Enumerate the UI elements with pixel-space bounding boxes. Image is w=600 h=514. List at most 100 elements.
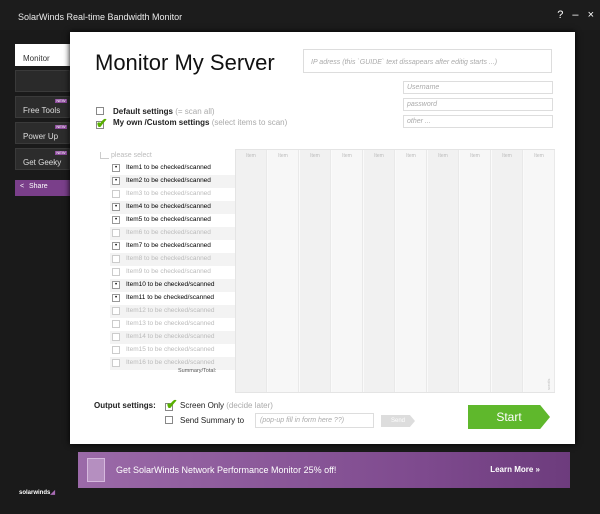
item-checkbox[interactable]: • (112, 294, 120, 302)
item-checkbox[interactable]: • (112, 203, 120, 211)
new-badge: NEW (55, 150, 67, 155)
list-item[interactable]: • Item1 to be checked/scanned (110, 162, 235, 175)
list-item[interactable]: • Item10 to be checked/scanned (110, 279, 235, 292)
username-input[interactable]: Username (403, 81, 553, 94)
grid-column: Item (460, 150, 491, 392)
default-settings-label: Default settings (113, 107, 174, 116)
share-icon: < (20, 183, 25, 190)
custom-settings-label: My own /Custom settings (113, 118, 210, 127)
grid-column: Item (524, 150, 555, 392)
screen-only-label: Screen Only (180, 401, 225, 410)
promo-banner[interactable]: Get SolarWinds Network Performance Monit… (78, 452, 570, 488)
item-checkbox[interactable] (112, 268, 120, 276)
item-checkbox[interactable] (112, 255, 120, 263)
summary-label: Summary/Total: (178, 368, 217, 374)
list-item[interactable]: Item14 to be checked/scanned (110, 331, 235, 344)
item-checkbox[interactable] (112, 307, 120, 315)
logo-mark-icon: ◢ (50, 490, 55, 496)
list-item[interactable]: Item13 to be checked/scanned (110, 318, 235, 331)
sidebar-item-monitor[interactable]: Monitor (15, 44, 70, 66)
grid-header: Item (310, 153, 320, 159)
list-item[interactable]: Item8 to be checked/scanned (110, 253, 235, 266)
default-settings-checkbox[interactable] (96, 107, 104, 115)
list-item[interactable]: Item16 to be checked/scanned (110, 357, 235, 370)
default-settings-option[interactable]: Default settings (= scan all) (113, 107, 215, 116)
grid-header: Item (374, 153, 384, 159)
list-item[interactable]: Item15 to be checked/scanned (110, 344, 235, 357)
sidebar-item-label: Power Up (23, 132, 59, 141)
other-input[interactable]: other ... (403, 115, 553, 128)
password-input[interactable]: password (403, 98, 553, 111)
sidebar-item-get-geeky[interactable]: Get Geeky NEW (15, 148, 70, 170)
minimize-icon[interactable]: – (572, 9, 578, 21)
list-item[interactable]: • Item4 to be checked/scanned (110, 201, 235, 214)
start-button[interactable]: Start (468, 405, 550, 429)
item-checkbox[interactable]: • (112, 177, 120, 185)
item-checkbox[interactable]: • (112, 216, 120, 224)
item-checkbox[interactable] (112, 320, 120, 328)
grid-side-label: scrolls (546, 378, 551, 390)
grid-column: Item (268, 150, 299, 392)
screen-only-hint: (decide later) (226, 401, 273, 410)
share-button[interactable]: < Share (15, 180, 70, 196)
list-item[interactable]: Item12 to be checked/scanned (110, 305, 235, 318)
grid-header: Item (470, 153, 480, 159)
page-title: Monitor My Server (95, 50, 275, 75)
list-item[interactable]: • Item5 to be checked/scanned (110, 214, 235, 227)
item-checkbox[interactable]: • (112, 281, 120, 289)
send-summary-checkbox[interactable] (165, 416, 173, 424)
share-label: Share (29, 183, 48, 190)
solarwinds-logo: solarwinds◢ (19, 490, 55, 496)
grid-header: Item (246, 153, 256, 159)
grid-column: Item (396, 150, 427, 392)
sidebar-item-label: Get Geeky (23, 158, 62, 167)
window-title: SolarWinds Real-time Bandwidth Monitor (18, 12, 183, 22)
list-item[interactable]: • Item7 to be checked/scanned (110, 240, 235, 253)
tree-connector (100, 152, 109, 159)
results-grid: Item Item Item Item Item Item Item Item … (235, 149, 555, 393)
grid-column: Item (332, 150, 363, 392)
grid-header: Item (502, 153, 512, 159)
ip-address-input[interactable]: IP adress (this `GUIDE` text dissapears … (303, 49, 552, 73)
grid-column: Item (364, 150, 395, 392)
list-item[interactable]: Item3 to be checked/scanned (110, 188, 235, 201)
help-icon[interactable]: ? (557, 9, 563, 21)
item-checkbox[interactable] (112, 190, 120, 198)
output-settings-label: Output settings: (94, 401, 156, 410)
close-icon[interactable]: × (588, 9, 594, 21)
item-checkbox[interactable] (112, 359, 120, 367)
new-badge: NEW (55, 98, 67, 103)
default-settings-hint: (= scan all) (175, 107, 215, 116)
check-icon: ✔ (96, 115, 108, 131)
item-checkbox[interactable] (112, 229, 120, 237)
product-box-icon (87, 458, 105, 482)
item-checkbox[interactable] (112, 333, 120, 341)
send-button[interactable]: Send (381, 415, 415, 427)
list-item[interactable]: • Item11 to be checked/scanned (110, 292, 235, 305)
grid-column: Item (492, 150, 523, 392)
list-item[interactable]: • Item2 to be checked/scanned (110, 175, 235, 188)
learn-more-link[interactable]: Learn More » (490, 465, 540, 474)
sidebar-item-label: Monitor (23, 54, 50, 63)
sidebar-item-label: Free Tools (23, 106, 61, 115)
new-badge: NEW (55, 124, 67, 129)
item-checkbox[interactable]: • (112, 164, 120, 172)
sidebar-item-blank[interactable] (15, 70, 70, 92)
screen-only-option[interactable]: Screen Only (decide later) (180, 401, 273, 410)
item-checkbox[interactable]: • (112, 242, 120, 250)
grid-column: Item (428, 150, 459, 392)
send-summary-input[interactable]: (pop-up fill in form here ??) (255, 413, 374, 428)
sidebar-item-power-up[interactable]: Power Up NEW (15, 122, 70, 144)
item-checkbox[interactable] (112, 346, 120, 354)
grid-header: Item (438, 153, 448, 159)
main-panel: Monitor My Server IP adress (this `GUIDE… (70, 32, 575, 444)
banner-text: Get SolarWinds Network Performance Monit… (116, 465, 337, 475)
custom-settings-option[interactable]: My own /Custom settings (select items to… (113, 118, 287, 127)
custom-settings-hint: (select items to scan) (211, 118, 288, 127)
list-item[interactable]: Item6 to be checked/scanned (110, 227, 235, 240)
grid-header: Item (406, 153, 416, 159)
list-item[interactable]: Item9 to be checked/scanned (110, 266, 235, 279)
send-summary-label[interactable]: Send Summary to (180, 416, 244, 425)
sidebar-item-free-tools[interactable]: Free Tools NEW (15, 96, 70, 118)
grid-column: Item (236, 150, 267, 392)
